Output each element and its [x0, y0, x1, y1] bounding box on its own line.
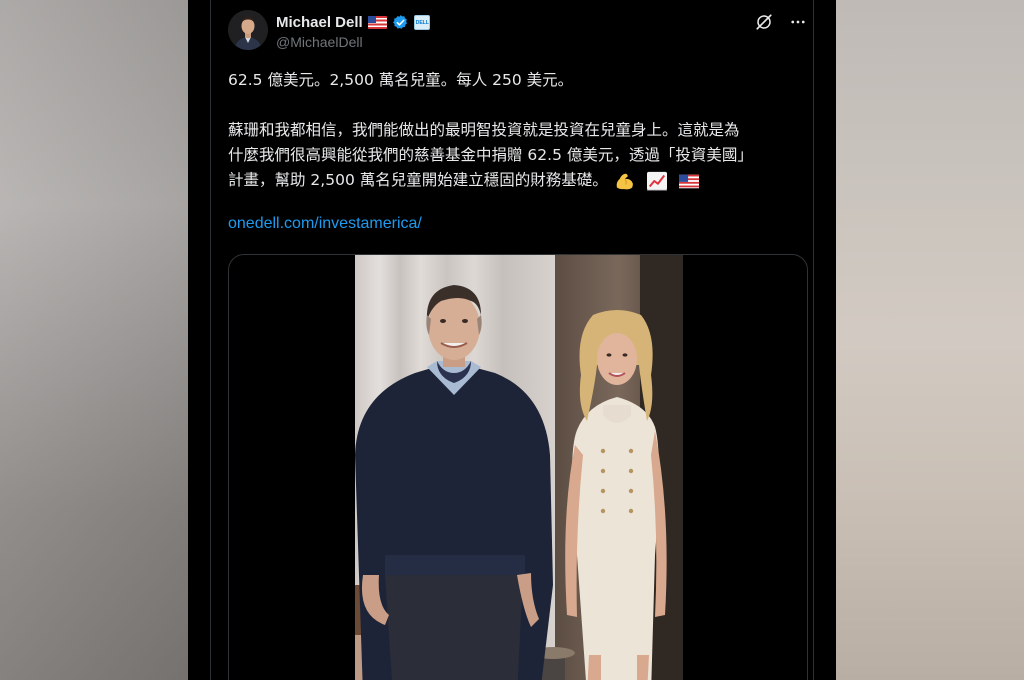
chart-increasing-icon [646, 171, 667, 191]
verified-badge-icon[interactable] [392, 14, 409, 31]
more-options-icon[interactable] [788, 12, 808, 32]
invest-america-link[interactable]: onedell.com/investamerica/ [228, 215, 422, 233]
tweet-text: 62.5 億美元。2,500 萬名兒童。每人 250 美元。 蘇珊和我都相信，我… [228, 68, 806, 193]
author-name-row: Michael Dell DELL [276, 12, 430, 32]
tweet-line-4: 計畫，幫助 2,500 萬名兒童開始建立穩固的財務基礎。 [228, 168, 806, 193]
tweet-line-2: 蘇珊和我都相信，我們能做出的最明智投資就是投資在兒童身上。這就是為 [228, 121, 740, 139]
emoji-row [614, 171, 700, 191]
avatar-image [228, 10, 268, 50]
tweet-actions [754, 12, 808, 32]
grok-icon[interactable] [754, 12, 774, 32]
tweet-line-4-text: 計畫，幫助 2,500 萬名兒童開始建立穩固的財務基礎。 [228, 171, 608, 189]
author-handle[interactable]: @MichaelDell [276, 34, 363, 50]
backdrop-left [0, 0, 188, 680]
tweet-line-3: 什麼我們很高興能從我們的慈善基金中捐贈 62.5 億美元，透過「投資美國」 [228, 146, 753, 164]
dell-logo-icon[interactable]: DELL [413, 14, 430, 30]
avatar[interactable] [228, 10, 268, 50]
tweet-line-1: 62.5 億美元。2,500 萬名兒童。每人 250 美元。 [228, 71, 574, 89]
tweet-card: Michael Dell DELL @MichaelDell 62.5 億美元。… [188, 0, 836, 680]
us-flag-icon [678, 174, 699, 188]
flexed-biceps-icon [616, 173, 633, 189]
tweet-video[interactable] [228, 254, 808, 680]
video-still-image [355, 255, 683, 680]
video-frame[interactable] [355, 255, 683, 680]
author-display-name[interactable]: Michael Dell [276, 14, 363, 31]
backdrop-right [836, 0, 1024, 680]
us-flag-icon [367, 15, 387, 29]
